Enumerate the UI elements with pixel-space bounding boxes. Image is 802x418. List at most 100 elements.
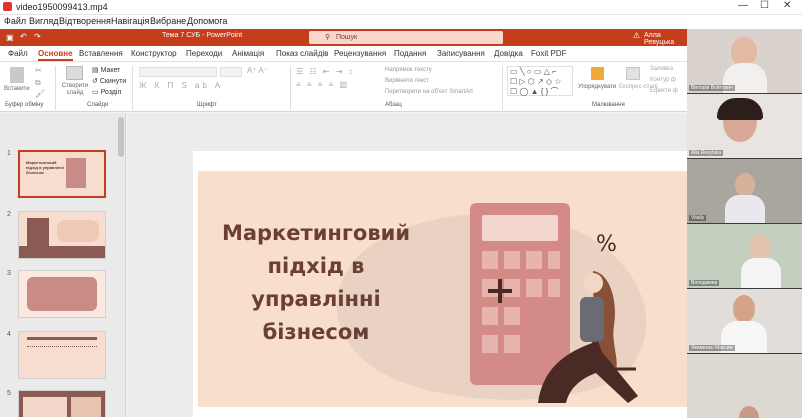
thumbnail-text-block (57, 220, 99, 242)
qat-save-icon[interactable]: ▣ (6, 33, 14, 42)
search-box[interactable]: ⚲ Пошук (309, 31, 503, 44)
group-paragraph: Абзац (385, 102, 402, 108)
slide-title[interactable]: Маркетинговий підхід в управлінні бізнес… (216, 217, 416, 349)
tab-help[interactable]: Довідка (494, 49, 523, 58)
smartart-button[interactable]: Перетворити на об'єкт SmartArt (385, 89, 473, 95)
tab-home[interactable]: Основне (38, 49, 73, 61)
arrange-label[interactable]: Упорядкувати (578, 84, 616, 90)
shapes-gallery[interactable]: ▭ ╲ ○ ▭ △ ⌐ ☐ ▷ ⬡ ↗ ◇ ☆ ☐ ◯ ▲ { } ⌒ (507, 66, 573, 96)
maximize-button[interactable]: ☐ (760, 0, 769, 11)
menu-navigation[interactable]: Навігація (111, 16, 149, 26)
reset-button[interactable]: ↺ Скинути (92, 77, 126, 85)
section-button[interactable]: ▭ Розділ (92, 88, 122, 96)
thumbnail-heading (27, 337, 97, 340)
participant-tile[interactable]: Vitaliy (687, 159, 802, 223)
participant-video (741, 258, 781, 288)
participant-name: Вікторія Войтович (689, 85, 735, 91)
copy-icon[interactable]: ⧉ (35, 78, 41, 88)
slide-thumbnail-pane[interactable]: 1 Маркетинговий підхід в управлінні бізн… (0, 113, 126, 417)
slide-thumbnail-1[interactable]: Маркетинговий підхід в управлінні бізнес… (18, 150, 106, 198)
warning-icon: ⚠ (633, 31, 641, 40)
player-window-title: video1950099413.mp4 (16, 2, 108, 12)
effects-button[interactable]: Ефекти ф (650, 88, 678, 94)
ribbon-tabs: Файл Основне Вставлення Конструктор Пере… (0, 46, 687, 62)
cut-icon[interactable]: ✂ (35, 66, 42, 75)
user-name[interactable]: Алла Ревуцька (644, 32, 687, 46)
participant-video (739, 406, 759, 418)
menu-playback[interactable]: Відтворення (59, 16, 111, 26)
menu-file[interactable]: Файл (4, 16, 26, 26)
font-size-select[interactable] (220, 67, 242, 77)
search-placeholder: Пошук (336, 34, 358, 41)
document-title: Тема 7 СУБ - PowerPoint (162, 32, 243, 39)
font-format-icons[interactable]: Ж К П S ab A (139, 81, 223, 90)
qat-undo-icon[interactable]: ↶ (20, 32, 27, 41)
font-grow-icon[interactable]: A⁺ A⁻ (247, 66, 268, 75)
list-icons[interactable]: ☰ ☷ ⇤ ⇥ ↕ (296, 67, 355, 76)
align-text-button[interactable]: Вирівняти текст (385, 78, 429, 84)
close-button[interactable]: ✕ (783, 0, 791, 11)
format-painter-icon[interactable]: 🖌 (35, 89, 45, 98)
participant-tile[interactable] (687, 354, 802, 418)
thumbnail-timeline (27, 346, 97, 368)
slide-thumbnail-2[interactable] (18, 211, 106, 259)
tab-insert[interactable]: Вставлення (79, 49, 123, 58)
calculator-screen (482, 215, 558, 241)
thumbnail-text-block (27, 277, 97, 311)
current-slide[interactable]: % Маркетинговий підхід в управлінні бізн… (193, 151, 687, 417)
minimize-button[interactable]: — (738, 0, 748, 11)
font-family-select[interactable] (139, 67, 217, 77)
group-font: Шрифт (197, 102, 217, 108)
slide-thumbnail-5[interactable] (18, 390, 106, 417)
player-menubar: Файл Вигляд Відтворення Навігація Вибран… (0, 15, 802, 29)
outline-button[interactable]: Контур ф (650, 77, 676, 83)
tab-foxit[interactable]: Foxit PDF (531, 49, 567, 58)
tab-animations[interactable]: Анімація (232, 49, 264, 58)
participant-tile[interactable]: Вікторія Войтович (687, 29, 802, 93)
slide-thumbnail-title: Маркетинговий підхід в управлінні бізнес… (26, 160, 64, 175)
tab-recording[interactable]: Записування (437, 49, 485, 58)
paste-label[interactable]: Вставити (4, 86, 30, 92)
slide-thumbnail-4[interactable] (18, 331, 106, 379)
powerpoint-window: ▣ ↶ ↷ Тема 7 СУБ - PowerPoint ⚲ Пошук ⚠ … (0, 29, 687, 417)
powerpoint-titlebar: ▣ ↶ ↷ Тема 7 СУБ - PowerPoint ⚲ Пошук ⚠ … (0, 29, 687, 46)
layout-button[interactable]: ▤ Макет (92, 66, 120, 74)
tab-view[interactable]: Подання (394, 49, 426, 58)
tab-file[interactable]: Файл (8, 49, 28, 58)
tab-design[interactable]: Конструктор (131, 49, 177, 58)
participant-tile[interactable]: Alla Revytska (687, 94, 802, 158)
slide-thumbnail-3[interactable] (18, 270, 106, 318)
woman-head (583, 273, 603, 293)
woman-torso (580, 297, 604, 342)
tab-review[interactable]: Рецензування (334, 49, 386, 58)
thumbnail-footer-band (19, 246, 105, 258)
text-direction-button[interactable]: Напрямок тексту (385, 67, 432, 73)
slide-number: 1 (7, 150, 11, 157)
slide-canvas[interactable]: % Маркетинговий підхід в управлінні бізн… (127, 113, 687, 417)
new-slide-icon[interactable] (66, 66, 83, 80)
slide-number: 3 (7, 270, 11, 277)
menu-view[interactable]: Вигляд (29, 16, 59, 26)
fill-button[interactable]: Заливка (650, 66, 673, 72)
arrange-icon[interactable] (591, 67, 604, 80)
menu-favorites[interactable]: Вибране (150, 16, 186, 26)
percent-sign: % (596, 232, 617, 257)
thumbnail-scrollbar[interactable] (118, 117, 124, 157)
menu-help[interactable]: Допомога (187, 16, 227, 26)
tab-slideshow[interactable]: Показ слайдів (276, 49, 328, 58)
ribbon-separator (502, 66, 503, 110)
player-app-icon (3, 2, 12, 11)
thumbnail-text-block (71, 397, 101, 417)
participant-tile[interactable]: Якименко Максим (687, 289, 802, 353)
participant-tile[interactable]: Володимир (687, 224, 802, 288)
align-icons[interactable]: ≡ ≡ ≡ ≡ ▥ (296, 80, 349, 89)
slide-background: % Маркетинговий підхід в управлінні бізн… (198, 171, 687, 407)
tab-transitions[interactable]: Переходи (186, 49, 222, 58)
participant-name: Vitaliy (689, 215, 707, 221)
participant-video (717, 98, 763, 120)
quick-styles-icon[interactable] (626, 67, 640, 80)
qat-redo-icon[interactable]: ↷ (34, 32, 41, 41)
participant-video (749, 234, 771, 260)
new-slide-label[interactable]: Створити слайд (61, 83, 89, 97)
paste-icon[interactable] (10, 67, 24, 83)
